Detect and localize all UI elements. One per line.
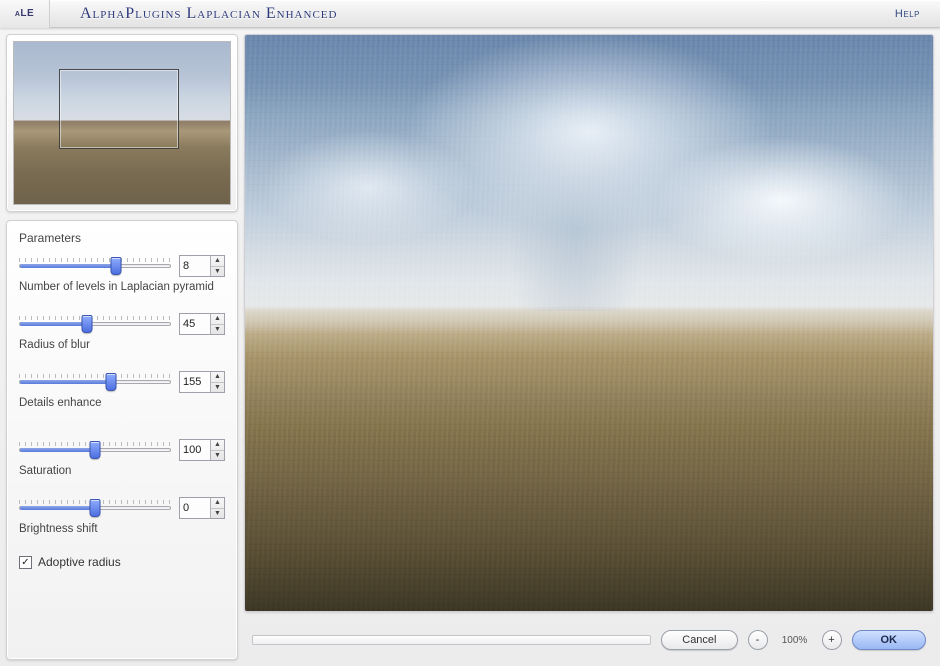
zoom-level-label: 100% — [778, 635, 812, 646]
details-label: Details enhance — [19, 397, 225, 409]
ok-button[interactable]: OK — [852, 630, 927, 650]
zoom-out-button[interactable]: - — [748, 630, 768, 650]
parameters-title: Parameters — [19, 231, 225, 245]
param-levels: ▲ ▼ Number of levels in Laplacian pyrami… — [19, 255, 225, 293]
radius-step-up[interactable]: ▲ — [211, 314, 224, 325]
brightness-input[interactable] — [180, 498, 210, 518]
levels-step-down[interactable]: ▼ — [211, 267, 224, 277]
saturation-stepper[interactable]: ▲ ▼ — [179, 439, 225, 461]
saturation-label: Saturation — [19, 465, 225, 477]
bottom-toolbar: Cancel - 100% + OK — [244, 620, 934, 660]
param-saturation: ▲ ▼ Saturation — [19, 439, 225, 477]
levels-stepper[interactable]: ▲ ▼ — [179, 255, 225, 277]
saturation-step-down[interactable]: ▼ — [211, 451, 224, 461]
brightness-label: Brightness shift — [19, 523, 225, 535]
radius-input[interactable] — [180, 314, 210, 334]
app-title: AlphaPlugins Laplacian Enhanced — [50, 5, 887, 23]
adoptive-radius-row: ✓ Adoptive radius — [19, 555, 225, 569]
parameters-panel: Parameters ▲ ▼ — [6, 220, 238, 660]
thumbnail-navigator[interactable] — [6, 34, 238, 212]
param-radius: ▲ ▼ Radius of blur — [19, 313, 225, 351]
saturation-slider[interactable] — [19, 439, 171, 461]
param-brightness: ▲ ▼ Brightness shift — [19, 497, 225, 535]
brightness-step-down[interactable]: ▼ — [211, 509, 224, 519]
radius-slider[interactable] — [19, 313, 171, 335]
saturation-step-up[interactable]: ▲ — [211, 440, 224, 451]
thumbnail-image — [13, 41, 231, 205]
details-input[interactable] — [180, 372, 210, 392]
param-details: ▲ ▼ Details enhance — [19, 371, 225, 409]
title-bar: aLE AlphaPlugins Laplacian Enhanced Help — [0, 0, 940, 28]
radius-stepper[interactable]: ▲ ▼ — [179, 313, 225, 335]
radius-step-down[interactable]: ▼ — [211, 325, 224, 335]
levels-input[interactable] — [180, 256, 210, 276]
brightness-stepper[interactable]: ▲ ▼ — [179, 497, 225, 519]
zoom-in-button[interactable]: + — [822, 630, 842, 650]
thumbnail-viewport-rect[interactable] — [59, 69, 179, 149]
details-step-down[interactable]: ▼ — [211, 383, 224, 393]
saturation-input[interactable] — [180, 440, 210, 460]
cancel-button[interactable]: Cancel — [661, 630, 737, 650]
preview-area[interactable] — [244, 34, 934, 612]
levels-label: Number of levels in Laplacian pyramid — [19, 281, 225, 293]
preview-image — [245, 35, 933, 611]
help-button[interactable]: Help — [887, 4, 928, 24]
radius-label: Radius of blur — [19, 339, 225, 351]
adoptive-radius-checkbox[interactable]: ✓ — [19, 556, 32, 569]
brightness-step-up[interactable]: ▲ — [211, 498, 224, 509]
details-slider[interactable] — [19, 371, 171, 393]
brightness-slider[interactable] — [19, 497, 171, 519]
details-stepper[interactable]: ▲ ▼ — [179, 371, 225, 393]
levels-step-up[interactable]: ▲ — [211, 256, 224, 267]
details-step-up[interactable]: ▲ — [211, 372, 224, 383]
app-logo: aLE — [0, 0, 50, 28]
progress-bar — [252, 635, 651, 645]
adoptive-radius-label: Adoptive radius — [38, 555, 121, 569]
levels-slider[interactable] — [19, 255, 171, 277]
